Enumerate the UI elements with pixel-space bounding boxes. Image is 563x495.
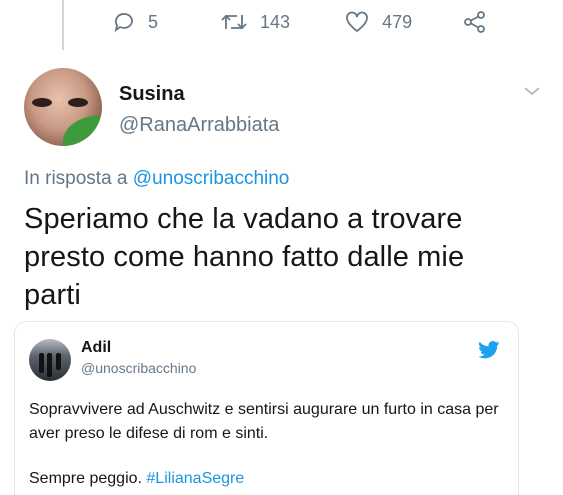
retweet-button[interactable]: 143 bbox=[220, 10, 290, 34]
like-count: 479 bbox=[382, 11, 413, 32]
tweet-header: Susina @RanaArrabbiata bbox=[24, 68, 540, 148]
quoted-avatar[interactable] bbox=[29, 339, 71, 381]
avatar[interactable] bbox=[24, 68, 102, 146]
quoted-text-second-prefix: Sempre peggio. bbox=[29, 470, 147, 487]
hashtag-link[interactable]: #LilianaSegre bbox=[146, 470, 244, 487]
share-icon bbox=[462, 9, 488, 35]
reply-button[interactable]: 5 bbox=[112, 10, 158, 34]
chevron-down-icon[interactable] bbox=[523, 84, 541, 102]
twitter-bird-icon[interactable] bbox=[478, 341, 500, 364]
author-display-name[interactable]: Susina bbox=[119, 83, 185, 106]
quoted-text-second: Sempre peggio. #LilianaSegre bbox=[29, 467, 244, 491]
quoted-avatar-figure bbox=[39, 353, 44, 373]
quoted-tweet[interactable]: Adil @unoscribacchino Sopravvivere ad Au… bbox=[14, 321, 519, 495]
tweet-action-bar: 5 143 479 bbox=[112, 6, 488, 38]
thread-connector-line bbox=[62, 0, 64, 50]
retweet-count: 143 bbox=[260, 11, 291, 32]
avatar-leaf bbox=[57, 111, 102, 146]
like-button[interactable]: 479 bbox=[344, 10, 412, 34]
share-button[interactable] bbox=[462, 9, 488, 35]
quoted-text: Sopravvivere ad Auschwitz e sentirsi aug… bbox=[29, 401, 499, 442]
reply-context: In risposta a @unoscribacchino bbox=[24, 168, 289, 190]
quoted-display-name[interactable]: Adil bbox=[81, 339, 111, 357]
avatar-eye-left bbox=[32, 98, 52, 107]
reply-count: 5 bbox=[148, 11, 159, 32]
reply-icon bbox=[112, 10, 136, 34]
reply-context-prefix: In risposta a bbox=[24, 168, 133, 189]
author-handle[interactable]: @RanaArrabbiata bbox=[119, 114, 279, 137]
tweet-text: Speriamo che la vadano a trovare presto … bbox=[24, 203, 465, 311]
quoted-handle[interactable]: @unoscribacchino bbox=[81, 360, 196, 376]
retweet-icon bbox=[220, 10, 248, 34]
quoted-avatar-figure bbox=[47, 353, 52, 377]
heart-icon bbox=[344, 10, 370, 34]
quoted-avatar-figure bbox=[56, 353, 61, 370]
avatar-eye-right bbox=[68, 98, 88, 107]
reply-to-mention[interactable]: @unoscribacchino bbox=[133, 168, 290, 189]
